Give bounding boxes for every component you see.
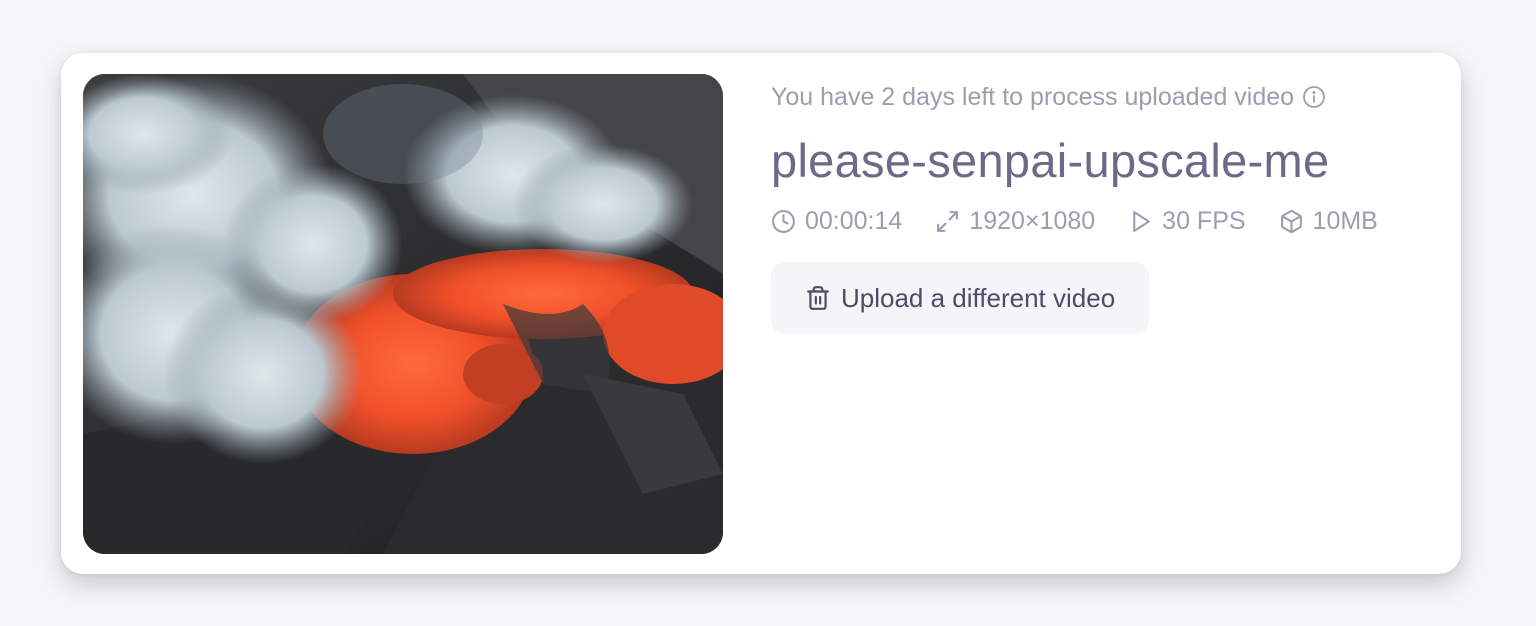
fps-value: 30 FPS <box>1162 207 1246 236</box>
fps-meta: 30 FPS <box>1128 207 1246 236</box>
clock-icon <box>771 209 796 234</box>
notice-text: You have 2 days left to process uploaded… <box>771 82 1295 111</box>
size-meta: 10MB <box>1279 207 1378 236</box>
video-thumbnail-image <box>83 74 723 554</box>
duration-value: 00:00:14 <box>805 207 903 236</box>
trash-icon <box>805 284 831 312</box>
video-thumbnail[interactable] <box>83 74 723 554</box>
play-icon <box>1128 209 1153 234</box>
resolution-meta: 1920×1080 <box>935 207 1095 236</box>
upload-different-video-button[interactable]: Upload a different video <box>771 262 1150 335</box>
video-meta: 00:00:14 1920×1080 30 FPS 10MB <box>771 207 1441 236</box>
processing-notice: You have 2 days left to process uploaded… <box>771 79 1441 115</box>
expand-icon <box>935 209 960 234</box>
video-info: You have 2 days left to process uploaded… <box>771 79 1441 335</box>
resolution-value: 1920×1080 <box>969 207 1096 236</box>
duration-meta: 00:00:14 <box>771 207 902 236</box>
size-value: 10MB <box>1312 207 1378 236</box>
video-card: You have 2 days left to process uploaded… <box>61 53 1461 574</box>
video-title: please-senpai-upscale-me <box>771 134 1330 187</box>
cube-icon <box>1279 209 1304 234</box>
info-icon[interactable] <box>1302 85 1326 109</box>
upload-button-label: Upload a different video <box>841 282 1116 313</box>
